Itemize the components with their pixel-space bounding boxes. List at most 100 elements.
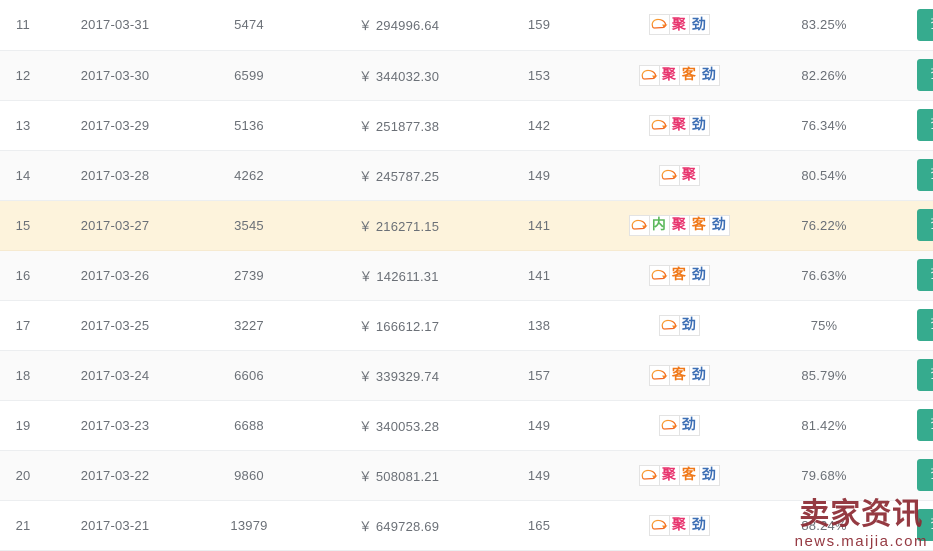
- tag-badge-jin[interactable]: 劲: [678, 314, 700, 336]
- tag-badge-jin[interactable]: 劲: [688, 114, 710, 136]
- tag-badge-ju[interactable]: 聚: [658, 464, 680, 486]
- tag-badge-jin[interactable]: 劲: [698, 464, 720, 486]
- view-detail-button[interactable]: 查看详情: [917, 209, 933, 241]
- row-action-cell: 查看详情: [884, 200, 933, 251]
- row-visitors-cell: 4262: [184, 150, 314, 201]
- tag-badge-ju[interactable]: 聚: [668, 514, 690, 536]
- row-orders-cell: 149: [484, 450, 594, 501]
- table-row[interactable]: 112017-03-315474￥ 294996.64159聚劲83.25%查看…: [0, 0, 933, 51]
- zhitongche-icon[interactable]: [638, 64, 660, 86]
- tag-badge-jin[interactable]: 劲: [708, 214, 730, 236]
- view-detail-button[interactable]: 查看详情: [917, 259, 933, 291]
- row-visitors-cell: 9860: [184, 450, 314, 501]
- zhitongche-icon[interactable]: [648, 514, 670, 536]
- tag-badge-group: 聚劲: [594, 114, 764, 136]
- row-action-cell: 查看详情: [884, 100, 933, 151]
- row-amount-cell: ￥ 294996.64: [314, 0, 484, 51]
- table-row[interactable]: 142017-03-284262￥ 245787.25149 聚 80.54% 查看详…: [0, 150, 933, 201]
- row-index-cell: 18: [0, 350, 46, 401]
- tag-badge-nei[interactable]: 内: [648, 214, 670, 236]
- zhitongche-icon[interactable]: [658, 164, 680, 186]
- row-rate-cell: 80.54%: [764, 150, 884, 201]
- zhitongche-icon[interactable]: [648, 14, 670, 36]
- tag-badge-ju[interactable]: 聚: [658, 64, 680, 86]
- tag-badge-ju[interactable]: 聚: [668, 214, 690, 236]
- table-row[interactable]: 162017-03-262739￥ 142611.31141客劲76.63%查看…: [0, 250, 933, 301]
- row-index-cell: 20: [0, 450, 46, 501]
- row-action-cell: 查看详情: [884, 250, 933, 301]
- row-rate-cell: 79.68%: [764, 450, 884, 501]
- row-tags-cell: 劲: [594, 300, 764, 351]
- table-row[interactable]: 192017-03-236688￥ 340053.28149 劲 81.42% 查看详…: [0, 400, 933, 451]
- table-row[interactable]: 122017-03-306599￥ 344032.30153聚客劲82.26%查…: [0, 50, 933, 101]
- view-detail-button[interactable]: 查看详情: [917, 159, 933, 191]
- row-tags-cell: 聚劲: [594, 0, 764, 51]
- row-date-cell: 2017-03-26: [46, 250, 184, 301]
- view-detail-button[interactable]: 查看详情: [917, 359, 933, 391]
- row-visitors-cell: 13979: [184, 500, 314, 551]
- tag-badge-ju[interactable]: 聚: [678, 164, 700, 186]
- view-detail-button[interactable]: 查看详情: [917, 459, 933, 491]
- tag-badge-ke[interactable]: 客: [688, 214, 710, 236]
- row-date-cell: 2017-03-21: [46, 500, 184, 551]
- row-amount-cell: ￥ 251877.38: [314, 100, 484, 151]
- zhitongche-icon[interactable]: [658, 414, 680, 436]
- table-row[interactable]: 182017-03-246606￥ 339329.74157客劲85.79%查看…: [0, 350, 933, 401]
- tag-badge-jin[interactable]: 劲: [698, 64, 720, 86]
- row-index-cell: 19: [0, 400, 46, 451]
- row-date-cell: 2017-03-27: [46, 200, 184, 251]
- tag-badge-group: 客劲: [594, 364, 764, 386]
- row-date-cell: 2017-03-23: [46, 400, 184, 451]
- table-row[interactable]: 202017-03-229860￥ 508081.21149 聚客劲 79.68% 查…: [0, 450, 933, 501]
- view-detail-button[interactable]: 查看详情: [917, 509, 933, 541]
- row-amount-cell: ￥ 166612.17: [314, 300, 484, 351]
- row-amount-cell: ￥ 508081.21: [314, 450, 484, 501]
- tag-badge-jin[interactable]: 劲: [688, 264, 710, 286]
- tag-badge-group: 客劲: [594, 264, 764, 286]
- table-body: 112017-03-315474￥ 294996.64159聚劲83.25%查看…: [0, 0, 933, 551]
- row-tags-cell: 劲: [594, 400, 764, 451]
- row-amount-cell: ￥ 245787.25: [314, 150, 484, 201]
- zhitongche-icon[interactable]: [658, 314, 680, 336]
- table-row[interactable]: 212017-03-2113979￥ 649728.69165聚劲88.24%查…: [0, 500, 933, 551]
- tag-badge-ju[interactable]: 聚: [668, 14, 690, 36]
- row-index-cell: 13: [0, 100, 46, 151]
- row-amount-cell: ￥ 142611.31: [314, 250, 484, 301]
- row-rate-cell: 83.25%: [764, 0, 884, 51]
- row-date-cell: 2017-03-22: [46, 450, 184, 501]
- tag-badge-ke[interactable]: 客: [678, 464, 700, 486]
- view-detail-button[interactable]: 查看详情: [917, 8, 933, 41]
- zhitongche-icon[interactable]: [638, 464, 660, 486]
- tag-badge-jin[interactable]: 劲: [688, 514, 710, 536]
- row-action-cell: 查看详情: [884, 50, 933, 101]
- row-orders-cell: 157: [484, 350, 594, 401]
- tag-badge-jin[interactable]: 劲: [688, 14, 710, 36]
- row-orders-cell: 153: [484, 50, 594, 101]
- row-index-cell: 21: [0, 500, 46, 551]
- zhitongche-icon[interactable]: [648, 114, 670, 136]
- table-row[interactable]: 132017-03-295136￥ 251877.38142聚劲76.34%查看…: [0, 100, 933, 151]
- row-visitors-cell: 5474: [184, 0, 314, 51]
- zhitongche-icon[interactable]: [628, 214, 650, 236]
- tag-badge-ke[interactable]: 客: [668, 264, 690, 286]
- row-tags-cell: 聚客劲: [594, 50, 764, 101]
- zhitongche-icon[interactable]: [648, 364, 670, 386]
- table-row[interactable]: 172017-03-253227￥ 166612.17138 劲 75% 查看详情: [0, 300, 933, 351]
- row-date-cell: 2017-03-24: [46, 350, 184, 401]
- tag-badge-ke[interactable]: 客: [678, 64, 700, 86]
- tag-badge-jin[interactable]: 劲: [678, 414, 700, 436]
- row-visitors-cell: 6688: [184, 400, 314, 451]
- view-detail-button[interactable]: 查看详情: [917, 409, 933, 441]
- tag-badge-jin[interactable]: 劲: [688, 364, 710, 386]
- zhitongche-icon[interactable]: [648, 264, 670, 286]
- view-detail-button[interactable]: 查看详情: [917, 309, 933, 341]
- tag-badge-ke[interactable]: 客: [668, 364, 690, 386]
- table-row[interactable]: 15 2017-03-27 3545 ￥ 216271.15 141 内聚客劲 76.22%…: [0, 200, 933, 251]
- row-rate-cell: 76.34%: [764, 100, 884, 151]
- tag-badge-ju[interactable]: 聚: [668, 114, 690, 136]
- tag-badge-group: 劲: [594, 414, 764, 436]
- row-visitors-cell: 3545: [184, 200, 314, 251]
- row-orders-cell: 138: [484, 300, 594, 351]
- view-detail-button[interactable]: 查看详情: [917, 59, 933, 91]
- view-detail-button[interactable]: 查看详情: [917, 109, 933, 141]
